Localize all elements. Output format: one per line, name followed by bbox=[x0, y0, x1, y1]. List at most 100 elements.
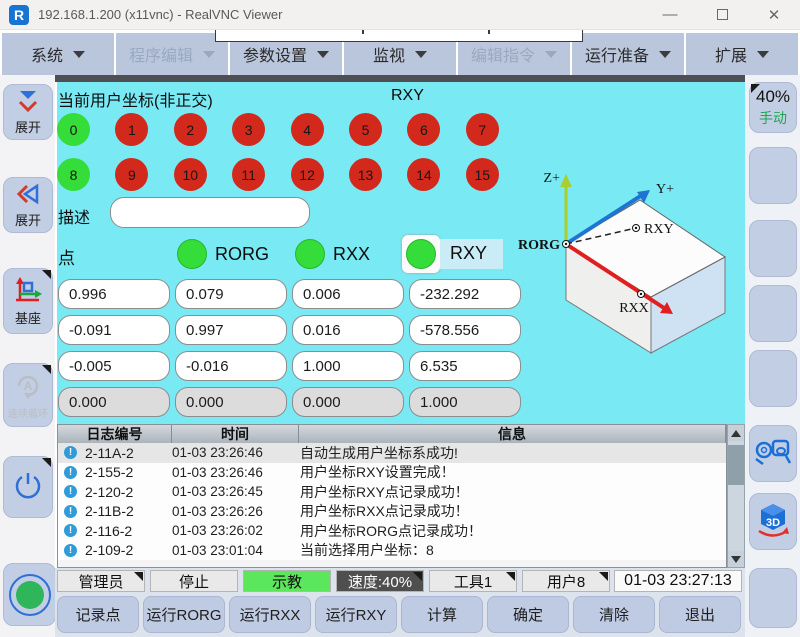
matrix-cell-r3c0[interactable]: 0.000 bbox=[58, 387, 170, 417]
matrix-cell-r2c2[interactable]: 1.000 bbox=[292, 351, 404, 381]
rxy-point-label: RXY bbox=[644, 222, 674, 237]
log-header-id[interactable]: 日志编号 bbox=[58, 425, 172, 443]
user-frame-slot-4[interactable]: 4 bbox=[291, 113, 324, 146]
matrix-cell-r1c1[interactable]: 0.997 bbox=[175, 315, 287, 345]
right-sidebar-empty-button[interactable] bbox=[749, 147, 797, 204]
table-row-partial bbox=[58, 560, 726, 567]
right-sidebar-empty-button[interactable] bbox=[749, 568, 797, 628]
user-frame-slot-8[interactable]: 8 bbox=[57, 158, 90, 191]
menu-item-1[interactable]: 程序编辑 bbox=[116, 33, 228, 75]
matrix-cell-r1c2[interactable]: 0.016 bbox=[292, 315, 404, 345]
user-frame-slot-1[interactable]: 1 bbox=[115, 113, 148, 146]
point-indicator-label: RXX bbox=[333, 244, 370, 265]
bottom-button-5[interactable]: 确定 bbox=[487, 596, 569, 633]
user-frame-slot-2[interactable]: 2 bbox=[174, 113, 207, 146]
right-sidebar-empty-button[interactable] bbox=[749, 350, 797, 407]
menu-item-6[interactable]: 扩展 bbox=[686, 33, 798, 75]
expand-left-button[interactable]: 展开 bbox=[3, 177, 53, 233]
bottom-button-7[interactable]: 退出 bbox=[659, 596, 741, 633]
log-id-cell: 2-11A-2 bbox=[85, 445, 172, 461]
auto-cycle-icon: A bbox=[13, 371, 43, 404]
bottom-button-2[interactable]: 运行RXX bbox=[229, 596, 311, 633]
matrix-cell-r0c0[interactable]: 0.996 bbox=[58, 279, 170, 309]
user-frame-slot-7[interactable]: 7 bbox=[466, 113, 499, 146]
bottom-button-6[interactable]: 清除 bbox=[573, 596, 655, 633]
log-table: 日志编号 时间 信息 !2-11A-201-03 23:26:46自动生成用户坐… bbox=[57, 424, 727, 568]
status-item-0[interactable]: 管理员 bbox=[57, 570, 145, 592]
chevron-down-icon bbox=[317, 51, 329, 58]
description-input[interactable] bbox=[110, 197, 310, 228]
matrix-cell-r2c0[interactable]: -0.005 bbox=[58, 351, 170, 381]
3d-view-button[interactable]: 3D bbox=[749, 493, 797, 550]
log-id-cell: 2-109-2 bbox=[85, 542, 172, 558]
user-frame-slot-14[interactable]: 14 bbox=[407, 158, 440, 191]
green-dot-icon bbox=[295, 239, 325, 269]
user-frame-slot-11[interactable]: 11 bbox=[232, 158, 265, 191]
user-frame-slot-9[interactable]: 9 bbox=[115, 158, 148, 191]
user-frame-slot-15[interactable]: 15 bbox=[466, 158, 499, 191]
continuous-cycle-button[interactable]: A 连续循环 bbox=[3, 363, 53, 427]
table-row[interactable]: !2-11B-201-03 23:26:26用户坐标RXX点记录成功！ bbox=[58, 502, 726, 522]
scroll-down-button[interactable] bbox=[728, 551, 744, 567]
status-item-5[interactable]: 用户8 bbox=[522, 570, 610, 592]
speed-mode-button[interactable]: 40% 手动 bbox=[749, 82, 797, 133]
user-frame-slot-0[interactable]: 0 bbox=[57, 113, 90, 146]
point-indicator-RXY[interactable]: RXY bbox=[402, 234, 503, 274]
log-scrollbar[interactable] bbox=[727, 424, 745, 568]
menu-item-0[interactable]: 系统 bbox=[2, 33, 114, 75]
power-button[interactable] bbox=[3, 456, 53, 518]
matrix-cell-r3c1[interactable]: 0.000 bbox=[175, 387, 287, 417]
double-chevron-down-icon bbox=[15, 89, 41, 116]
user-frame-slot-5[interactable]: 5 bbox=[349, 113, 382, 146]
pendant-jog-button[interactable] bbox=[749, 425, 797, 482]
expand-down-button[interactable]: 展开 bbox=[3, 84, 53, 140]
chevron-down-icon bbox=[73, 51, 85, 58]
log-time-cell: 01-03 23:26:02 bbox=[172, 523, 300, 538]
user-frame-slot-12[interactable]: 12 bbox=[291, 158, 324, 191]
base-frame-button[interactable]: 基座 bbox=[3, 268, 53, 334]
menu-item-label: 运行准备 bbox=[585, 42, 649, 66]
table-row[interactable]: !2-116-201-03 23:26:02用户坐标RORG点记录成功！ bbox=[58, 521, 726, 541]
servo-status-button[interactable] bbox=[3, 563, 56, 626]
matrix-cell-r1c0[interactable]: -0.091 bbox=[58, 315, 170, 345]
point-indicator-RORG[interactable]: RORG bbox=[177, 234, 269, 274]
table-row[interactable]: !2-109-201-03 23:01:04当前选择用户坐标：8 bbox=[58, 541, 726, 561]
matrix-cell-r0c2[interactable]: 0.006 bbox=[292, 279, 404, 309]
bottom-button-3[interactable]: 运行RXY bbox=[315, 596, 397, 633]
matrix-cell-r0c1[interactable]: 0.079 bbox=[175, 279, 287, 309]
matrix-cell-r2c1[interactable]: -0.016 bbox=[175, 351, 287, 381]
user-frame-slot-13[interactable]: 13 bbox=[349, 158, 382, 191]
user-frame-slot-3[interactable]: 3 bbox=[232, 113, 265, 146]
info-icon: ! bbox=[64, 505, 77, 518]
close-button[interactable]: ✕ bbox=[748, 0, 800, 30]
right-sidebar-empty-button[interactable] bbox=[749, 220, 797, 277]
minimize-button[interactable]: — bbox=[644, 0, 696, 30]
log-header-time[interactable]: 时间 bbox=[172, 425, 299, 443]
scroll-up-button[interactable] bbox=[728, 425, 744, 441]
maximize-button[interactable] bbox=[696, 0, 748, 30]
log-time-cell: 01-03 23:26:46 bbox=[172, 445, 300, 460]
bottom-button-0[interactable]: 记录点 bbox=[57, 596, 139, 633]
menu-item-5[interactable]: 运行准备 bbox=[572, 33, 684, 75]
matrix-cell-r3c3[interactable]: 1.000 bbox=[409, 387, 521, 417]
user-frame-slot-6[interactable]: 6 bbox=[407, 113, 440, 146]
scrollbar-thumb[interactable] bbox=[728, 445, 744, 485]
point-indicator-RXX[interactable]: RXX bbox=[295, 234, 370, 274]
table-row[interactable]: !2-120-201-03 23:26:45用户坐标RXY点记录成功！ bbox=[58, 482, 726, 502]
right-sidebar-empty-button[interactable] bbox=[749, 285, 797, 342]
table-row[interactable]: !2-155-201-03 23:26:46用户坐标RXY设置完成！ bbox=[58, 463, 726, 483]
status-item-6[interactable]: 01-03 23:27:13 bbox=[614, 570, 742, 592]
log-message-cell: 用户坐标RXY设置完成！ bbox=[300, 462, 726, 482]
matrix-cell-r3c2[interactable]: 0.000 bbox=[292, 387, 404, 417]
bottom-button-4[interactable]: 计算 bbox=[401, 596, 483, 633]
table-row[interactable]: !2-11A-201-03 23:26:46自动生成用户坐标系成功! bbox=[58, 443, 726, 463]
realvnc-logo-icon: R bbox=[9, 5, 29, 25]
status-item-2[interactable]: 示教 bbox=[243, 570, 331, 592]
user-frame-slot-10[interactable]: 10 bbox=[174, 158, 207, 191]
status-item-1[interactable]: 停止 bbox=[150, 570, 238, 592]
realvnc-window: R 192.168.1.200 (x11vnc) - RealVNC Viewe… bbox=[0, 0, 800, 637]
status-item-3[interactable]: 速度:40% bbox=[336, 570, 424, 592]
status-item-4[interactable]: 工具1 bbox=[429, 570, 517, 592]
log-header-msg[interactable]: 信息 bbox=[299, 425, 726, 443]
bottom-button-1[interactable]: 运行RORG bbox=[143, 596, 225, 633]
